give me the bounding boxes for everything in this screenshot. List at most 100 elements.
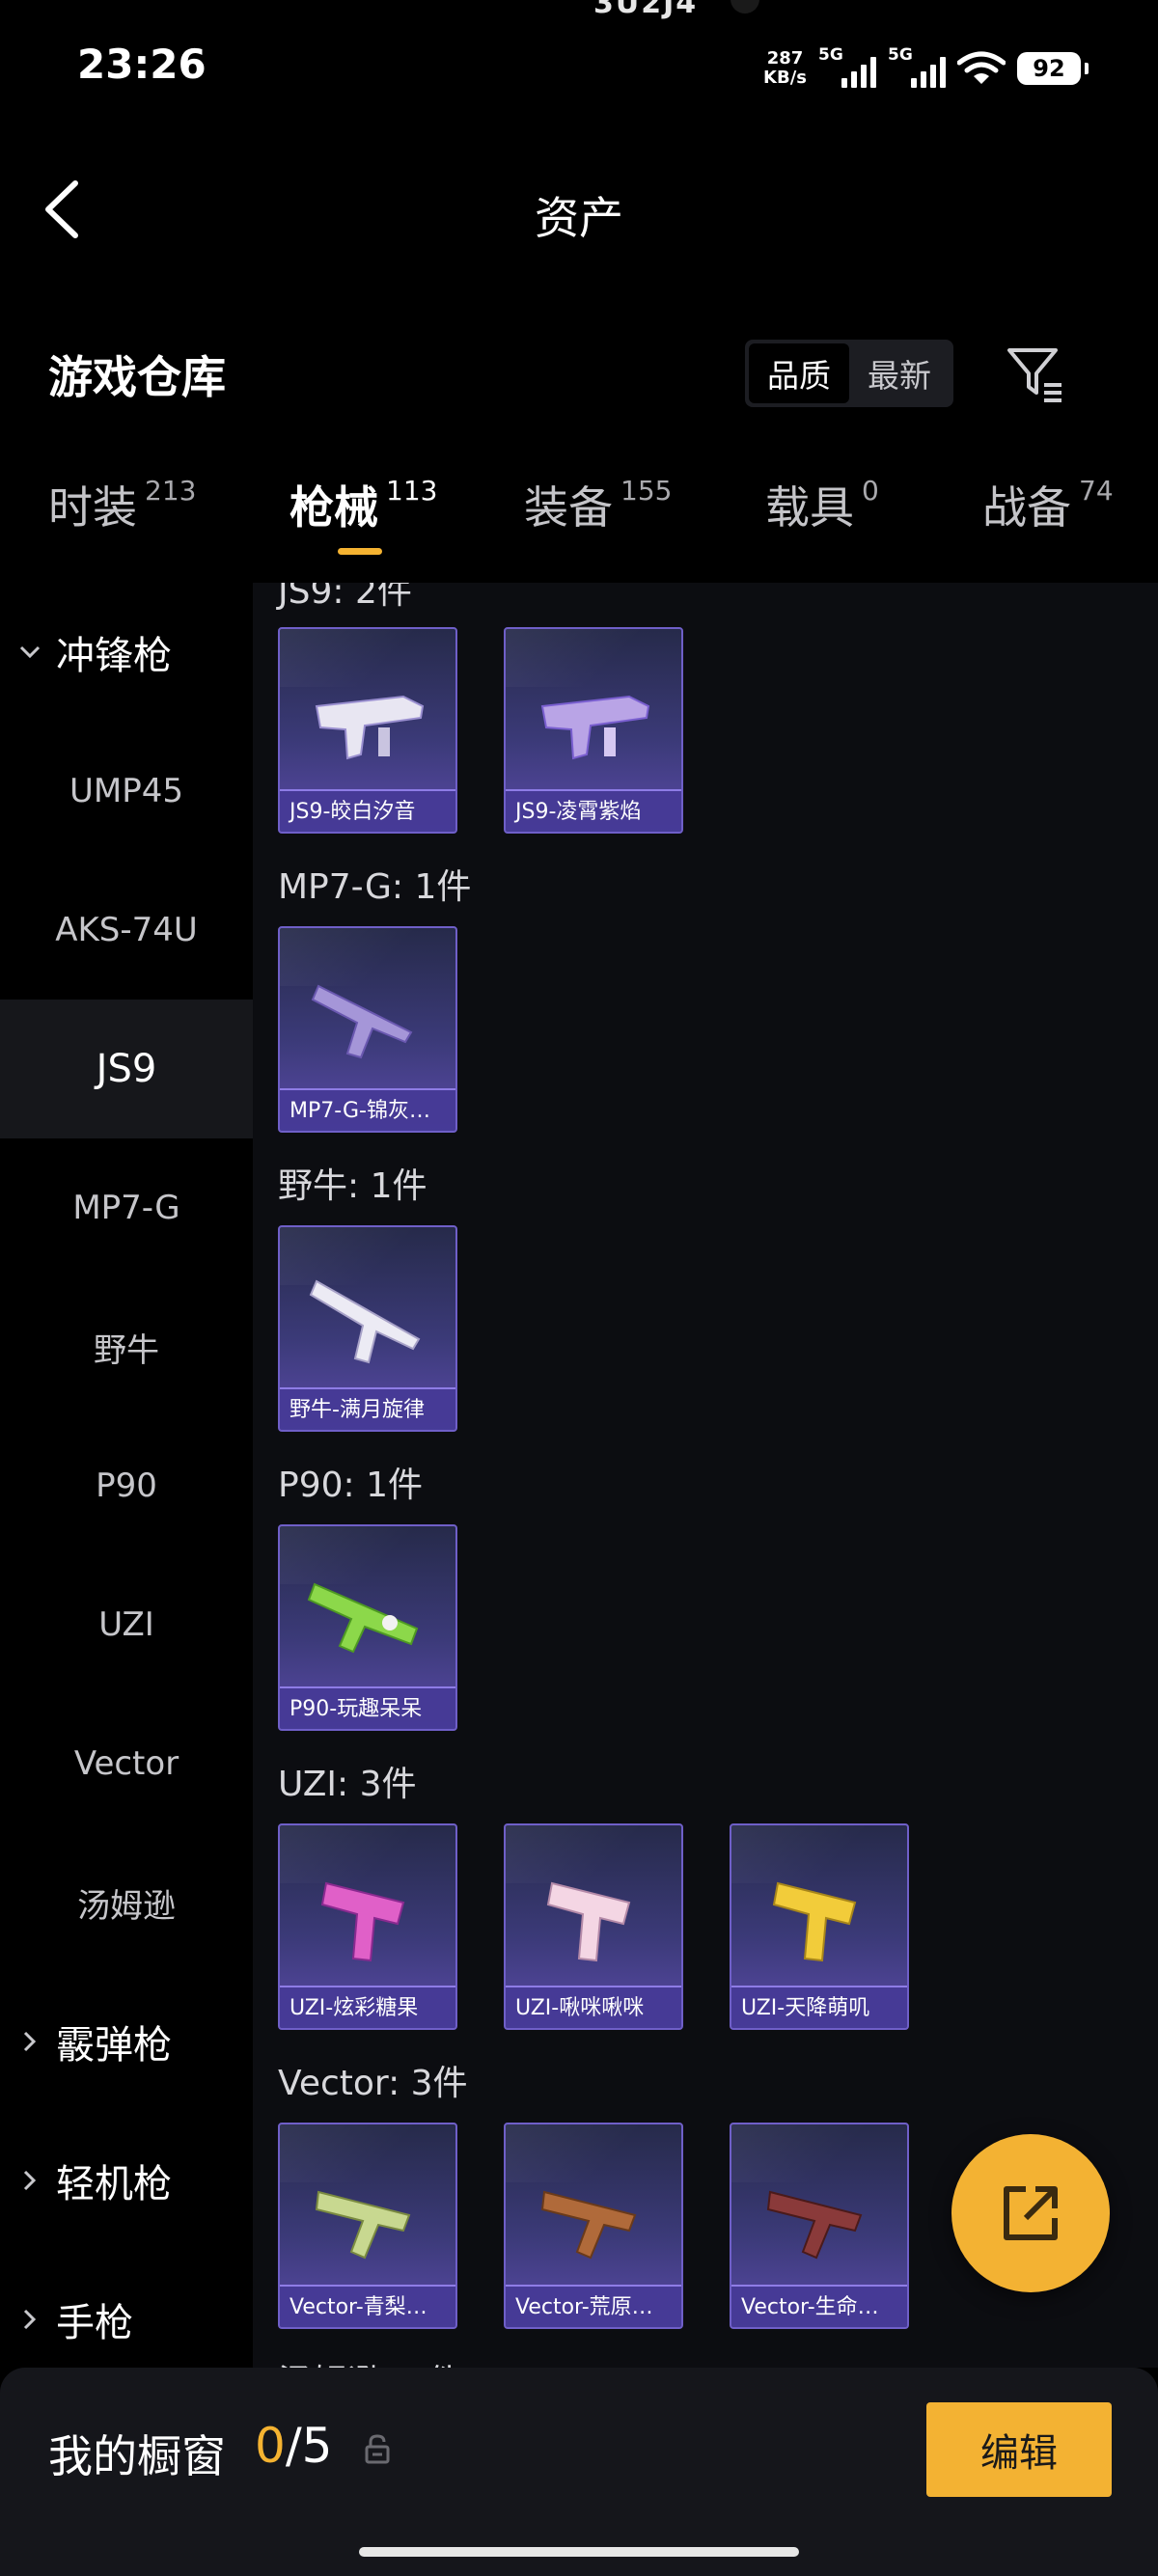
signal-label: 5G — [818, 45, 843, 65]
tab-equipment[interactable]: 装备 155 — [524, 473, 672, 536]
weapon-name: UZI-炫彩糖果 — [280, 1986, 455, 2028]
weapon-card[interactable]: JS9-凌霄紫焰 — [504, 627, 683, 834]
smg-icon — [320, 1881, 405, 1962]
smg-icon — [540, 2190, 637, 2260]
category-tabs: 时装 213 枪械 113 装备 155 载具 0 战备 74 — [0, 473, 1158, 569]
status-time: 23:26 — [77, 41, 207, 88]
tab-label: 枪械 — [290, 481, 378, 534]
weapon-card[interactable]: 野牛-满月旋律 — [278, 1225, 457, 1432]
weapon-name: P90-玩趣呆呆 — [280, 1686, 455, 1729]
sidebar-item-aks74u[interactable]: AKS-74U — [0, 861, 253, 1000]
weapon-card[interactable]: Vector-青梨… — [278, 2123, 457, 2329]
tab-count: 74 — [1079, 475, 1114, 507]
page-title: 资产 — [535, 192, 623, 244]
edit-button[interactable]: 编辑 — [926, 2402, 1112, 2497]
smg-icon — [315, 695, 425, 760]
weapon-grid: JS9: 2件 JS9-皎白汐音 JS9-凌霄紫焰 MP7-G: 1件 MP7-… — [253, 583, 1158, 2368]
tab-guns[interactable]: 枪械 113 — [290, 473, 437, 536]
showcase-count: 0/5 — [255, 2418, 332, 2474]
wifi-icon — [957, 51, 1006, 86]
weapon-name: Vector-青梨… — [280, 2285, 455, 2327]
showcase-total: 5 — [301, 2418, 333, 2474]
net-speed: 287 KB/s — [763, 49, 807, 88]
chevron-right-icon — [17, 2029, 42, 2054]
status-bar: 3U2J4 23:26 287 KB/s 5G 5G 92 — [0, 0, 1158, 135]
chevron-right-icon — [17, 2168, 42, 2193]
tab-fashion[interactable]: 时装 213 — [48, 473, 196, 536]
sidebar-item-uzi[interactable]: UZI — [0, 1555, 253, 1694]
group-label-js9: JS9: 2件 — [278, 583, 412, 612]
lock-icon — [365, 2434, 390, 2464]
share-button[interactable] — [951, 2134, 1110, 2292]
chevron-down-icon — [17, 640, 42, 665]
weapon-category-sidebar: 冲锋枪 UMP45 AKS-74U JS9 MP7-G 野牛 P90 UZI V… — [0, 583, 253, 2368]
tab-label: 载具 — [765, 481, 854, 534]
group-label-vector: Vector: 3件 — [278, 2064, 468, 2103]
chevron-right-icon — [17, 2307, 42, 2332]
weapon-card[interactable]: P90-玩趣呆呆 — [278, 1524, 457, 1731]
weapon-name: 野牛-满月旋律 — [280, 1387, 455, 1430]
sidebar-item-ump45[interactable]: UMP45 — [0, 722, 253, 861]
sidebar-group-shotgun[interactable]: 霰弹枪 — [17, 1972, 172, 2111]
sidebar-item-bison[interactable]: 野牛 — [0, 1277, 253, 1416]
signal-label-2: 5G — [888, 45, 913, 65]
weapon-card[interactable]: UZI-炫彩糖果 — [278, 1823, 457, 2030]
net-speed-unit: KB/s — [763, 68, 807, 88]
weapon-name: UZI-啾咪啾咪 — [506, 1986, 681, 2028]
showcase-bar: 我的橱窗 0/5 编辑 — [0, 2368, 1158, 2576]
signal-icon: 5G — [818, 45, 876, 88]
sidebar-group-label: 轻机枪 — [56, 2162, 172, 2206]
tab-label: 装备 — [524, 481, 613, 534]
group-label-p90: P90: 1件 — [278, 1466, 423, 1505]
sidebar-group-label: 冲锋枪 — [56, 634, 172, 678]
sidebar-item-p90[interactable]: P90 — [0, 1416, 253, 1555]
home-indicator[interactable] — [359, 2547, 799, 2557]
smg-icon — [309, 1279, 421, 1364]
smg-icon — [766, 2190, 863, 2260]
weapon-name: MP7-G-锦灰… — [280, 1088, 455, 1131]
sidebar-item-vector[interactable]: Vector — [0, 1694, 253, 1833]
tab-count: 213 — [145, 475, 197, 507]
filter-button[interactable] — [1004, 343, 1067, 406]
weapon-card[interactable]: UZI-天降萌叽 — [730, 1823, 909, 2030]
active-tab-indicator — [338, 548, 382, 555]
camera-dot — [731, 0, 759, 14]
group-label-bison: 野牛: 1件 — [278, 1166, 427, 1206]
weapon-name: JS9-凌霄紫焰 — [506, 789, 681, 832]
tab-count: 155 — [620, 475, 673, 507]
section-title: 游戏仓库 — [48, 351, 226, 403]
sort-toggle: 品质 最新 — [745, 340, 953, 407]
smg-icon — [546, 1881, 631, 1962]
sort-quality-option[interactable]: 品质 — [749, 343, 849, 403]
filter-icon — [1007, 348, 1062, 402]
showcase-label: 我的橱窗 — [48, 2430, 226, 2482]
sidebar-item-thompson[interactable]: 汤姆逊 — [0, 1833, 253, 1972]
smg-icon — [540, 695, 650, 760]
tab-count: 0 — [862, 475, 879, 507]
signal-icon-2: 5G — [888, 45, 946, 88]
group-label-thompson: 汤姆逊: 1件 — [278, 2354, 461, 2368]
weapon-card[interactable]: MP7-G-锦灰… — [278, 926, 457, 1133]
weapon-name: UZI-天降萌叽 — [731, 1986, 907, 2028]
smg-icon — [307, 1582, 419, 1654]
smg-icon — [315, 2190, 411, 2260]
sidebar-group-lmg[interactable]: 轻机枪 — [17, 2111, 172, 2250]
showcase-current: 0 — [255, 2418, 286, 2474]
tab-gear[interactable]: 战备 74 — [982, 473, 1114, 536]
sidebar-item-mp7g[interactable]: MP7-G — [0, 1138, 253, 1277]
sidebar-item-js9[interactable]: JS9 — [0, 1000, 253, 1138]
share-icon — [1004, 2186, 1058, 2240]
group-label-uzi: UZI: 3件 — [278, 1765, 417, 1804]
weapon-card[interactable]: Vector-荒原… — [504, 2123, 683, 2329]
weapon-card[interactable]: UZI-啾咪啾咪 — [504, 1823, 683, 2030]
weapon-card[interactable]: Vector-生命… — [730, 2123, 909, 2329]
tab-vehicles[interactable]: 载具 0 — [765, 473, 879, 536]
sidebar-group-label: 霰弹枪 — [56, 2023, 172, 2068]
sort-newest-option[interactable]: 最新 — [849, 343, 950, 403]
group-label-mp7g: MP7-G: 1件 — [278, 867, 472, 907]
tab-label: 战备 — [982, 481, 1071, 534]
weapon-card[interactable]: JS9-皎白汐音 — [278, 627, 457, 834]
smg-icon — [772, 1881, 857, 1962]
showcase-separator: / — [285, 2418, 302, 2474]
sidebar-group-smg[interactable]: 冲锋枪 — [17, 583, 172, 722]
